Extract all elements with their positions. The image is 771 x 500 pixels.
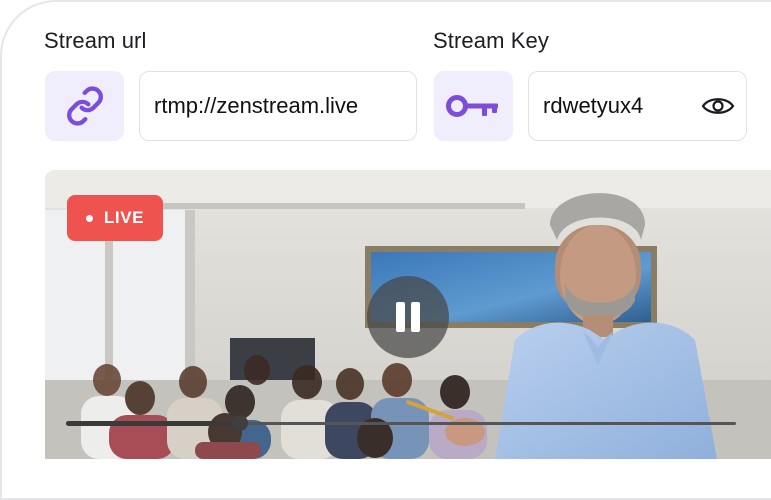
video-progress-bar[interactable] [66, 415, 736, 431]
toggle-key-visibility-button[interactable] [700, 91, 736, 121]
stream-url-value: rtmp://zenstream.live [154, 93, 359, 118]
live-dot-icon [85, 214, 93, 222]
key-icon [445, 95, 498, 117]
progress-fill [66, 421, 241, 426]
stream-settings-card: Stream url Stream Key rtmp://zenstream.l… [0, 0, 771, 500]
live-badge: LIVE [67, 195, 163, 241]
video-preview[interactable]: LIVE [45, 170, 771, 459]
live-label: LIVE [103, 208, 145, 227]
copy-key-button[interactable] [434, 71, 513, 141]
pause-icon [396, 302, 420, 332]
pause-button[interactable] [367, 276, 449, 358]
link-icon [66, 86, 103, 126]
eye-icon [701, 98, 735, 114]
stream-key-label: Stream Key [433, 28, 549, 53]
stream-url-field[interactable]: rtmp://zenstream.live [139, 71, 417, 141]
stream-url-label: Stream url [44, 28, 147, 53]
copy-url-button[interactable] [45, 71, 124, 141]
stream-key-field[interactable]: rdwetyux4 [528, 71, 747, 141]
stream-key-value: rdwetyux4 [543, 93, 644, 118]
